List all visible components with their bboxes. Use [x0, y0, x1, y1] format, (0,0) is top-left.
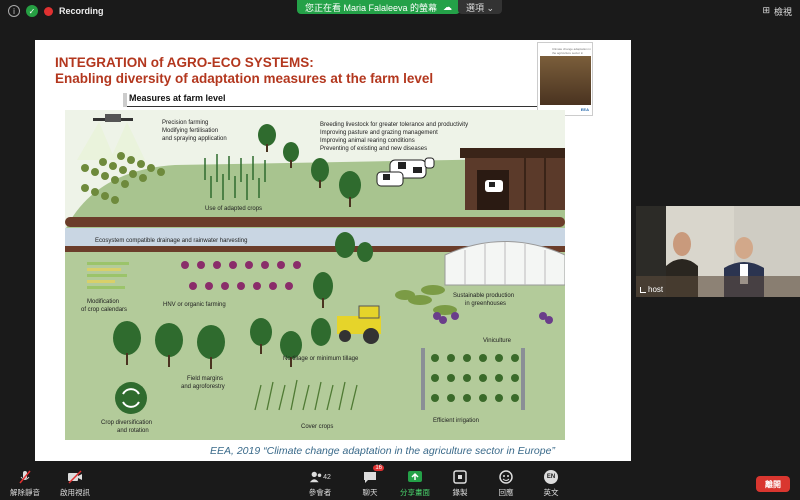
- chat-icon: 16: [362, 465, 384, 485]
- meeting-topbar: i ✓ Recording 您正在看 Maria Falaleeva 的螢幕 ☁…: [0, 0, 800, 24]
- label-diversification-2: and rotation: [117, 428, 149, 434]
- microphone-muted-icon: [17, 469, 33, 485]
- chat-label: 聊天: [362, 488, 378, 497]
- label-calendars-2: of crop calendars: [81, 307, 127, 313]
- label-calendars-1: Modification: [87, 299, 119, 305]
- report-cover-thumbnail: Climate change adaptation in the agricul…: [537, 42, 593, 116]
- slide-title-line1: INTEGRATION of AGRO-ECO SYSTEMS:: [55, 55, 314, 70]
- view-button[interactable]: ⊞ 檢視: [762, 5, 792, 18]
- chat-button[interactable]: 16 聊天: [362, 465, 384, 498]
- unmute-label: 解除靜音: [10, 488, 40, 497]
- section-header: Measures at farm level: [123, 93, 537, 107]
- reactions-label: 回應: [498, 488, 514, 497]
- share-screen-icon: [407, 469, 423, 485]
- participants-button[interactable]: 42 參會者: [305, 469, 335, 498]
- record-label: 錄製: [452, 488, 468, 497]
- label-greenhouses-2: in greenhouses: [465, 301, 506, 307]
- label-livestock-3: Improving animal rearing conditions: [320, 138, 415, 144]
- language-label: 英文: [543, 488, 559, 497]
- label-precision-3: and spraying application: [162, 136, 227, 142]
- label-diversification-1: Crop diversification: [101, 420, 152, 426]
- options-label: 選項: [466, 3, 485, 13]
- language-code: EN: [544, 470, 558, 484]
- unmute-button[interactable]: 解除靜音: [10, 469, 40, 498]
- record-button[interactable]: 錄製: [452, 469, 468, 498]
- language-button[interactable]: EN 英文: [543, 469, 559, 498]
- label-livestock-2: Improving pasture and grazing management: [320, 130, 438, 136]
- participant-name-tag: host: [640, 285, 663, 294]
- barn-icon: [460, 148, 565, 210]
- recording-label: Recording: [59, 6, 104, 16]
- info-icon[interactable]: i: [8, 5, 20, 17]
- participant-name: host: [648, 285, 664, 294]
- label-drainage: Ecosystem compatible drainage and rainwa…: [95, 238, 247, 244]
- share-screen-label: 分享畫面: [400, 488, 430, 497]
- start-video-button[interactable]: 啟用視訊: [60, 469, 90, 498]
- greenhouse-icon: [444, 241, 565, 286]
- topbar-left-group: i ✓ Recording: [8, 5, 104, 17]
- eea-logo: EEA: [580, 107, 589, 112]
- label-precision-1: Precision farming: [162, 120, 208, 126]
- section-header-text: Measures at farm level: [129, 93, 226, 103]
- screen-share-notice[interactable]: 您正在看 Maria Falaleeva 的螢幕 ☁: [297, 0, 461, 14]
- label-tillage: No tillage or minimum tillage: [283, 356, 359, 362]
- label-margins-1: Field margins: [187, 376, 223, 382]
- shield-icon[interactable]: ✓: [26, 5, 38, 17]
- slide-title-line2: Enabling diversity of adaptation measure…: [55, 71, 434, 86]
- share-notice-text: 您正在看 Maria Falaleeva 的螢幕: [305, 2, 438, 13]
- camera-off-icon: [67, 469, 83, 485]
- meeting-toolbar: 解除靜音 啟用視訊 42 參會者 16 聊天 分享畫面 錄製 回應 EN 英文: [0, 465, 800, 500]
- label-hnv: HNV or organic farming: [163, 302, 226, 308]
- participant-video-tile[interactable]: host: [636, 206, 800, 297]
- label-viniculture: Viniculture: [483, 338, 512, 344]
- label-livestock-1: Breeding livestock for greater tolerance…: [320, 122, 468, 128]
- language-icon: EN: [543, 469, 559, 485]
- crop-rotation-icon: [115, 382, 147, 414]
- recording-dot-icon: [44, 6, 53, 16]
- share-screen-button[interactable]: 分享畫面: [400, 469, 430, 498]
- smiley-icon: [498, 469, 514, 485]
- cloud-icon: ☁: [443, 1, 453, 12]
- label-cover-crops: Cover crops: [301, 424, 333, 430]
- view-options-button[interactable]: 選項 ⌄: [458, 0, 503, 14]
- shared-slide: INTEGRATION of AGRO-ECO SYSTEMS: Enablin…: [35, 40, 631, 461]
- label-margins-2: and agroforestry: [181, 384, 225, 390]
- thumbnail-image: [540, 56, 591, 105]
- participants-icon: 42: [305, 469, 335, 485]
- label-livestock-4: Preventing of existing and new diseases: [320, 146, 427, 152]
- slide-citation: EEA, 2019 “Climate change adaptation in …: [210, 445, 555, 457]
- label-irrigation: Efficient irrigation: [433, 418, 479, 424]
- label-precision-2: Modifying fertilisation: [162, 128, 218, 134]
- section-header-bar: [123, 93, 127, 107]
- signal-strength-icon: [640, 286, 646, 293]
- fence: [65, 217, 565, 227]
- participant-video-feed: [636, 206, 800, 297]
- grid-icon: ⊞: [762, 5, 770, 15]
- chat-unread-badge: 16: [373, 465, 384, 471]
- label-adapted-crops: Use of adapted crops: [205, 206, 262, 212]
- reactions-button[interactable]: 回應: [498, 469, 514, 498]
- record-icon: [452, 469, 468, 485]
- label-greenhouses-1: Sustainable production: [453, 293, 514, 299]
- view-label: 檢視: [773, 7, 792, 17]
- start-video-label: 啟用視訊: [60, 488, 90, 497]
- participants-label: 參會者: [308, 488, 332, 497]
- leave-meeting-button[interactable]: 離開: [756, 476, 790, 492]
- farm-measures-infographic: Precision farming Modifying fertilisatio…: [65, 110, 565, 440]
- chevron-down-icon: ⌄: [486, 3, 495, 13]
- participants-count: 42: [323, 473, 331, 481]
